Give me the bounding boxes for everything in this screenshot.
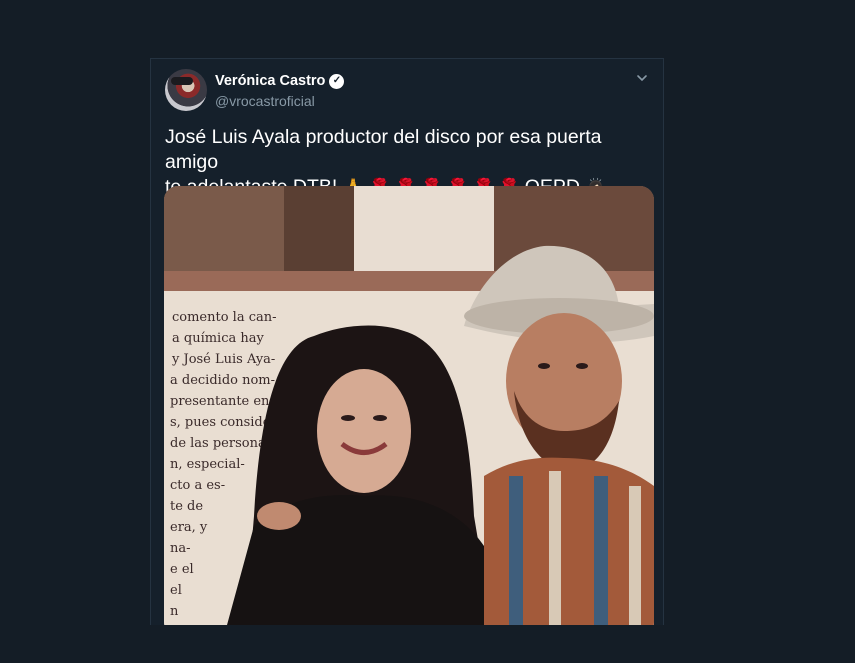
tweet-card[interactable]: Verónica Castro ✓ @vrocastroficial José … <box>150 58 664 625</box>
tweet-header: Verónica Castro ✓ @vrocastroficial <box>165 69 649 113</box>
clipping-text-line: era, y <box>170 520 208 535</box>
avatar-hat-shape <box>171 77 193 85</box>
clipping-text-line: y José Luis Aya- <box>171 352 275 367</box>
magazine-clipping-image: comento la can-a química hay y José Luis … <box>164 186 654 625</box>
clipping-text-line: presentante en <box>170 394 270 409</box>
display-name[interactable]: Verónica Castro <box>215 73 325 89</box>
name-row: Verónica Castro ✓ <box>215 73 345 89</box>
clipping-text-line: te de <box>170 499 203 514</box>
clipping-text-line: n <box>170 604 179 619</box>
clipping-text-line: e el <box>170 562 194 577</box>
chevron-down-icon[interactable] <box>635 71 649 85</box>
clipping-text-line: cto a es- <box>170 478 225 493</box>
clipping-text-line: a decidido nom- <box>170 373 275 388</box>
verified-badge-icon: ✓ <box>329 73 345 89</box>
clipping-text-line: de las personas <box>170 436 272 451</box>
clipping-text-line: a química hay <box>172 331 265 346</box>
clipping-text-line: comento la can- <box>172 310 277 325</box>
clipping-text-line: n, especial- <box>170 457 245 472</box>
avatar[interactable] <box>165 69 207 111</box>
user-handle[interactable]: @vrocastroficial <box>215 93 315 109</box>
tweet-media-photo[interactable]: comento la can-a química hay y José Luis … <box>164 186 654 625</box>
clipping-text-line: na- <box>170 541 191 556</box>
tweet-text-line-1: José Luis Ayala productor del disco por … <box>165 126 602 173</box>
clipping-text-line: s, pues conside- <box>170 415 275 430</box>
clipping-text-line: el <box>170 583 182 598</box>
